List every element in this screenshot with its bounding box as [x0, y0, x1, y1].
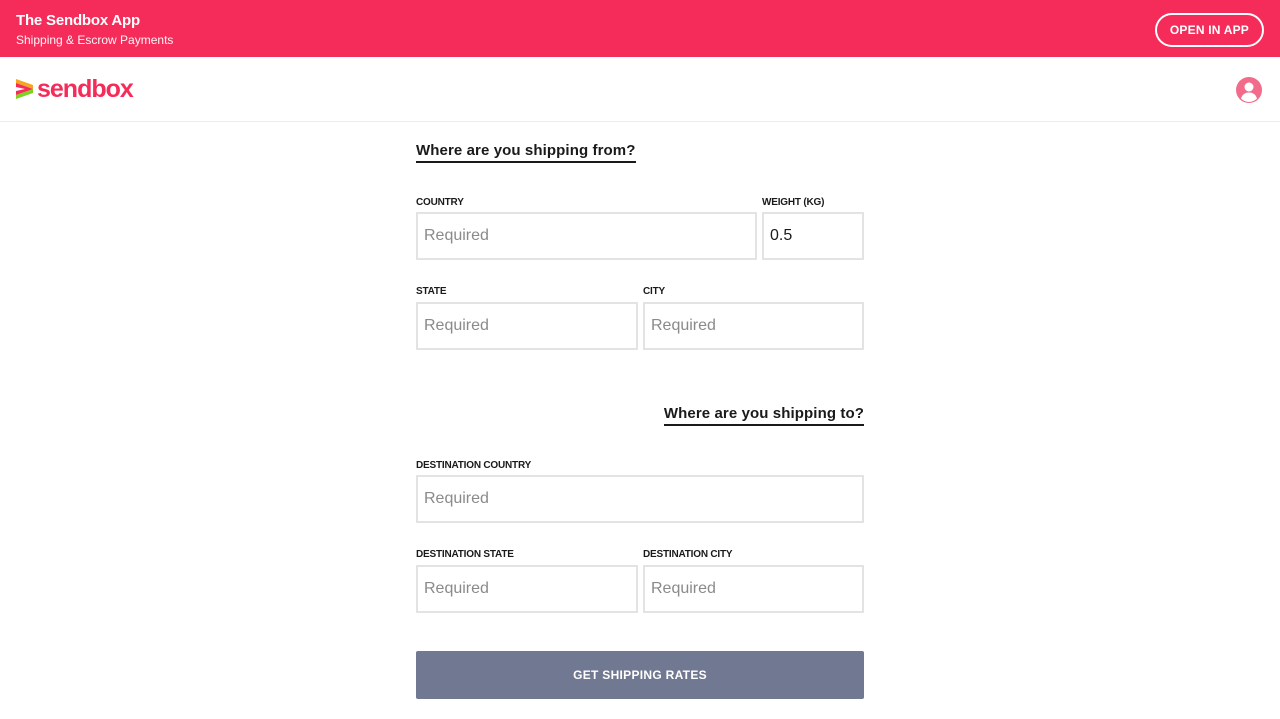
banner-subtitle: Shipping & Escrow Payments [16, 33, 174, 47]
destination-country-input[interactable] [416, 475, 864, 523]
app-banner: The Sendbox App Shipping & Escrow Paymen… [0, 0, 1280, 57]
country-input[interactable] [416, 212, 757, 260]
city-label: CITY [643, 286, 665, 297]
sendbox-logo[interactable]: sendbox [16, 75, 134, 103]
shipping-to-heading: Where are you shipping to? [663, 405, 864, 426]
weight-label: WEIGHT (KG) [762, 197, 825, 208]
destination-state-input[interactable] [416, 565, 638, 613]
destination-state-label: DESTINATION STATE [416, 549, 514, 560]
city-input[interactable] [643, 302, 864, 350]
user-circle-icon[interactable] [1236, 77, 1262, 103]
destination-city-input[interactable] [643, 565, 864, 613]
state-input[interactable] [416, 302, 638, 350]
banner-title: The Sendbox App [16, 12, 140, 29]
site-header: sendbox [0, 57, 1280, 122]
open-in-app-button[interactable]: OPEN IN APP [1154, 13, 1264, 47]
logo-mark-icon [16, 79, 33, 99]
country-label: COUNTRY [416, 197, 464, 208]
get-shipping-rates-button[interactable]: GET SHIPPING RATES [416, 651, 864, 699]
weight-input[interactable] [762, 212, 864, 260]
destination-country-label: DESTINATION COUNTRY [416, 460, 532, 471]
destination-city-label: DESTINATION CITY [643, 549, 733, 560]
logo-text: sendbox [37, 75, 134, 103]
state-label: STATE [416, 286, 447, 297]
shipping-from-heading: Where are you shipping from? [416, 142, 636, 163]
